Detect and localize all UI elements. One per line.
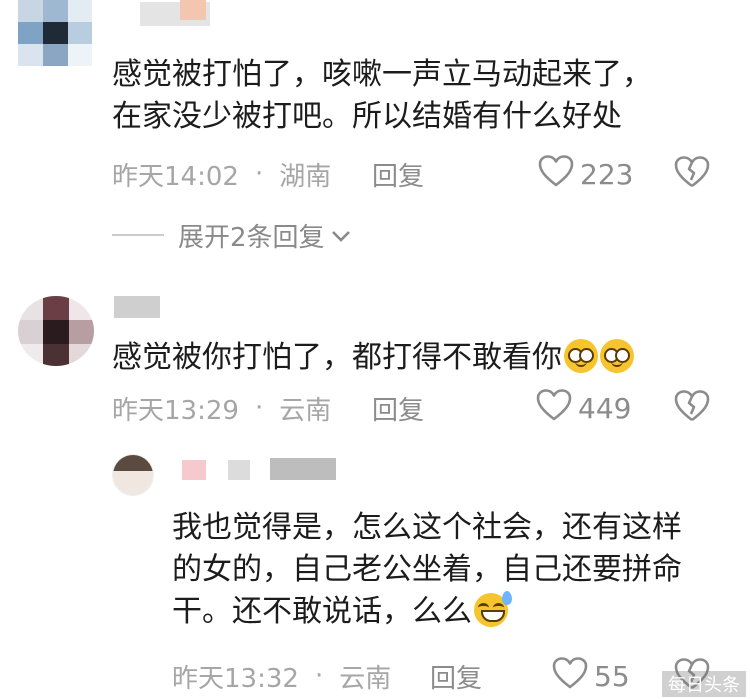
- comment-location: 云南: [279, 395, 332, 426]
- reply-location: 云南: [339, 663, 392, 694]
- watermark: 每日头条: [662, 671, 746, 697]
- comment-text-line-1: 感觉被打怕了，咳嗽一声立马动起来了，: [112, 57, 652, 92]
- broken-heart-icon: [674, 390, 710, 426]
- comment-text: 感觉被你打怕了，都打得不敢看你: [112, 337, 634, 379]
- divider-line: [112, 234, 164, 236]
- reply-text-line-3-wrap: 干。还不敢说话，么么: [172, 591, 682, 633]
- username-blurred-2: [180, 0, 206, 20]
- heart-outline-icon: [538, 154, 580, 194]
- like-count: 55: [594, 659, 630, 693]
- like-count: 223: [580, 157, 634, 191]
- dislike-button[interactable]: [674, 390, 710, 426]
- like-button[interactable]: 55: [552, 656, 630, 696]
- username-blurred[interactable]: [114, 296, 160, 318]
- username-blurred-2: [228, 460, 250, 480]
- like-count: 449: [578, 391, 632, 425]
- grinning-sweat-emoji: [474, 591, 512, 627]
- expand-replies-label: 展开2条回复: [178, 222, 325, 253]
- comment-time: 昨天13:29: [112, 395, 239, 426]
- comment-meta: 昨天13:29 · 云南: [112, 388, 331, 428]
- heart-outline-icon: [536, 388, 578, 428]
- comment-text: 感觉被打怕了，咳嗽一声立马动起来了， 在家没少被打吧。所以结婚有什么好处: [112, 54, 652, 138]
- smiling-face-emoji: [564, 339, 598, 373]
- comment-time: 昨天14:02: [112, 161, 239, 192]
- avatar-replier[interactable]: [112, 454, 154, 496]
- meta-separator: ·: [314, 661, 324, 691]
- username-blurred[interactable]: [182, 460, 206, 480]
- username-blurred-3: [270, 458, 336, 480]
- reply-button[interactable]: 回复: [372, 390, 424, 427]
- reply-text-line-3: 干。还不敢说话，么么: [172, 594, 472, 629]
- chevron-down-icon: [331, 220, 351, 250]
- avatar-commenter-1[interactable]: [18, 0, 92, 82]
- like-button[interactable]: 449: [536, 388, 631, 428]
- reply-button[interactable]: 回复: [430, 658, 482, 695]
- reply-text: 我也觉得是，怎么这个社会，还有这样 的女的，自己老公坐着，自己还要拼命 干。还不…: [172, 507, 682, 633]
- meta-separator: ·: [254, 393, 264, 423]
- expand-replies-button[interactable]: 展开2条回复: [112, 215, 351, 255]
- dislike-button[interactable]: [674, 156, 710, 192]
- heart-outline-icon: [552, 656, 594, 696]
- smiling-face-emoji: [600, 339, 634, 373]
- like-button[interactable]: 223: [538, 154, 633, 194]
- comment-meta: 昨天14:02 · 湖南: [112, 154, 331, 194]
- reply-meta: 昨天13:32 · 云南: [172, 656, 391, 696]
- reply-button[interactable]: 回复: [372, 156, 424, 193]
- reply-text-line-1: 我也觉得是，怎么这个社会，还有这样: [172, 510, 682, 545]
- avatar-commenter-2[interactable]: [18, 296, 94, 366]
- comment-location: 湖南: [279, 161, 332, 192]
- comment-text-content: 感觉被你打怕了，都打得不敢看你: [112, 340, 562, 375]
- reply-text-line-2: 的女的，自己老公坐着，自己还要拼命: [172, 552, 682, 587]
- comment-text-line-2: 在家没少被打吧。所以结婚有什么好处: [112, 99, 622, 134]
- reply-time: 昨天13:32: [172, 663, 299, 694]
- meta-separator: ·: [254, 159, 264, 189]
- broken-heart-icon: [674, 156, 710, 192]
